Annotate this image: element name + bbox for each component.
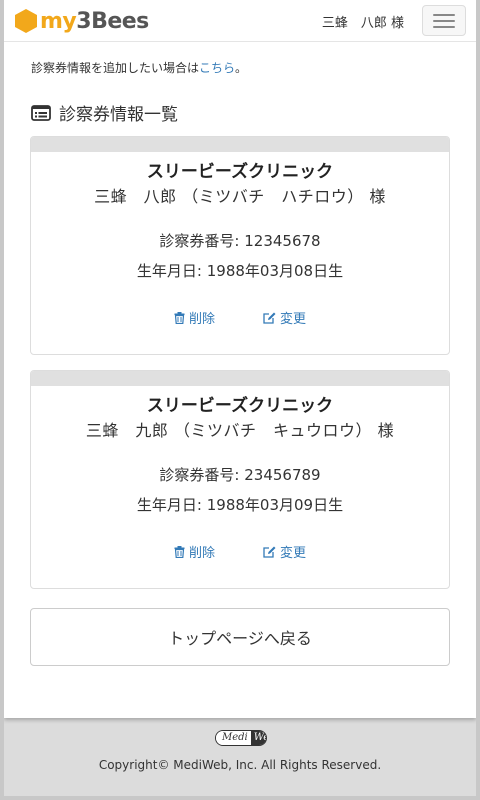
menu-bar bbox=[433, 25, 455, 28]
edit-icon bbox=[263, 312, 276, 324]
clinic-name: スリービーズクリニック bbox=[146, 162, 334, 182]
card-actions: 削除 変更 bbox=[31, 542, 449, 561]
edit-label: 変更 bbox=[280, 546, 307, 561]
birth-date: 生年月日: 1988年03月09日生 bbox=[136, 496, 344, 514]
card-body: スリービーズクリニック 三蜂 八郎 （ミツバチ ハチロウ） 様 診察券番号: 1… bbox=[31, 160, 449, 327]
card-actions: 削除 変更 bbox=[31, 308, 449, 327]
hexagon-logo-icon bbox=[15, 9, 37, 33]
patient-name: 三蜂 九郎 （ミツバチ キュウロウ） 様 bbox=[85, 421, 395, 440]
delete-label: 削除 bbox=[188, 312, 215, 327]
edit-button[interactable]: 変更 bbox=[263, 542, 306, 561]
add-card-notice: 診察券情報を追加したい場合はこちら。 bbox=[31, 59, 247, 76]
edit-icon bbox=[263, 546, 276, 558]
logo[interactable]: my 3Bees bbox=[14, 8, 149, 34]
copyright-text: Copyright© MediWeb, Inc. All Rights Rese… bbox=[98, 758, 382, 772]
card-header bbox=[31, 137, 449, 152]
birth-date: 生年月日: 1988年03月08日生 bbox=[136, 262, 344, 280]
card-number: 診察券番号: 12345678 bbox=[159, 232, 321, 250]
trash-icon bbox=[174, 545, 185, 558]
clinic-card: スリービーズクリニック 三蜂 九郎 （ミツバチ キュウロウ） 様 診察券番号: … bbox=[30, 370, 450, 589]
footer-logo-left: Medi bbox=[216, 731, 251, 745]
logo-text-bees: 3Bees bbox=[76, 8, 149, 34]
card-body: スリービーズクリニック 三蜂 九郎 （ミツバチ キュウロウ） 様 診察券番号: … bbox=[31, 394, 449, 561]
delete-label: 削除 bbox=[188, 546, 215, 561]
delete-button[interactable]: 削除 bbox=[174, 542, 215, 561]
section-title-text: 診察券情報一覧 bbox=[59, 105, 178, 125]
patient-name: 三蜂 八郎 （ミツバチ ハチロウ） 様 bbox=[94, 187, 386, 206]
section-title: 診察券情報一覧 bbox=[31, 100, 178, 125]
footer: Medi Web Copyright© MediWeb, Inc. All Ri… bbox=[0, 718, 480, 800]
edit-label: 変更 bbox=[280, 312, 307, 327]
hamburger-menu-icon[interactable] bbox=[422, 5, 466, 36]
header-bar: my 3Bees 三蜂 八郎 様 bbox=[4, 0, 476, 42]
clinic-name: スリービーズクリニック bbox=[146, 396, 334, 416]
clinic-card: スリービーズクリニック 三蜂 八郎 （ミツバチ ハチロウ） 様 診察券番号: 1… bbox=[30, 136, 450, 355]
menu-bar bbox=[433, 13, 455, 16]
notice-text: 診察券情報を追加したい場合は bbox=[31, 61, 200, 75]
footer-logo-right: Web bbox=[250, 731, 266, 745]
trash-icon bbox=[174, 311, 185, 324]
add-card-link[interactable]: こちら bbox=[199, 61, 235, 75]
edit-button[interactable]: 変更 bbox=[263, 308, 306, 327]
notice-suffix: 。 bbox=[235, 61, 248, 75]
user-name: 三蜂 八郎 様 bbox=[321, 16, 404, 31]
list-card-icon bbox=[31, 104, 51, 121]
logo-text-my: my bbox=[40, 8, 77, 34]
mediweb-logo: Medi Web bbox=[215, 730, 267, 746]
menu-bar bbox=[433, 19, 455, 22]
delete-button[interactable]: 削除 bbox=[174, 308, 215, 327]
card-header bbox=[31, 371, 449, 386]
card-number: 診察券番号: 23456789 bbox=[159, 466, 321, 484]
back-to-top-button[interactable]: トップページへ戻る bbox=[30, 608, 450, 666]
page-content: my 3Bees 三蜂 八郎 様 診察券情報を追加したい場合はこちら。 診察券情… bbox=[4, 0, 476, 718]
